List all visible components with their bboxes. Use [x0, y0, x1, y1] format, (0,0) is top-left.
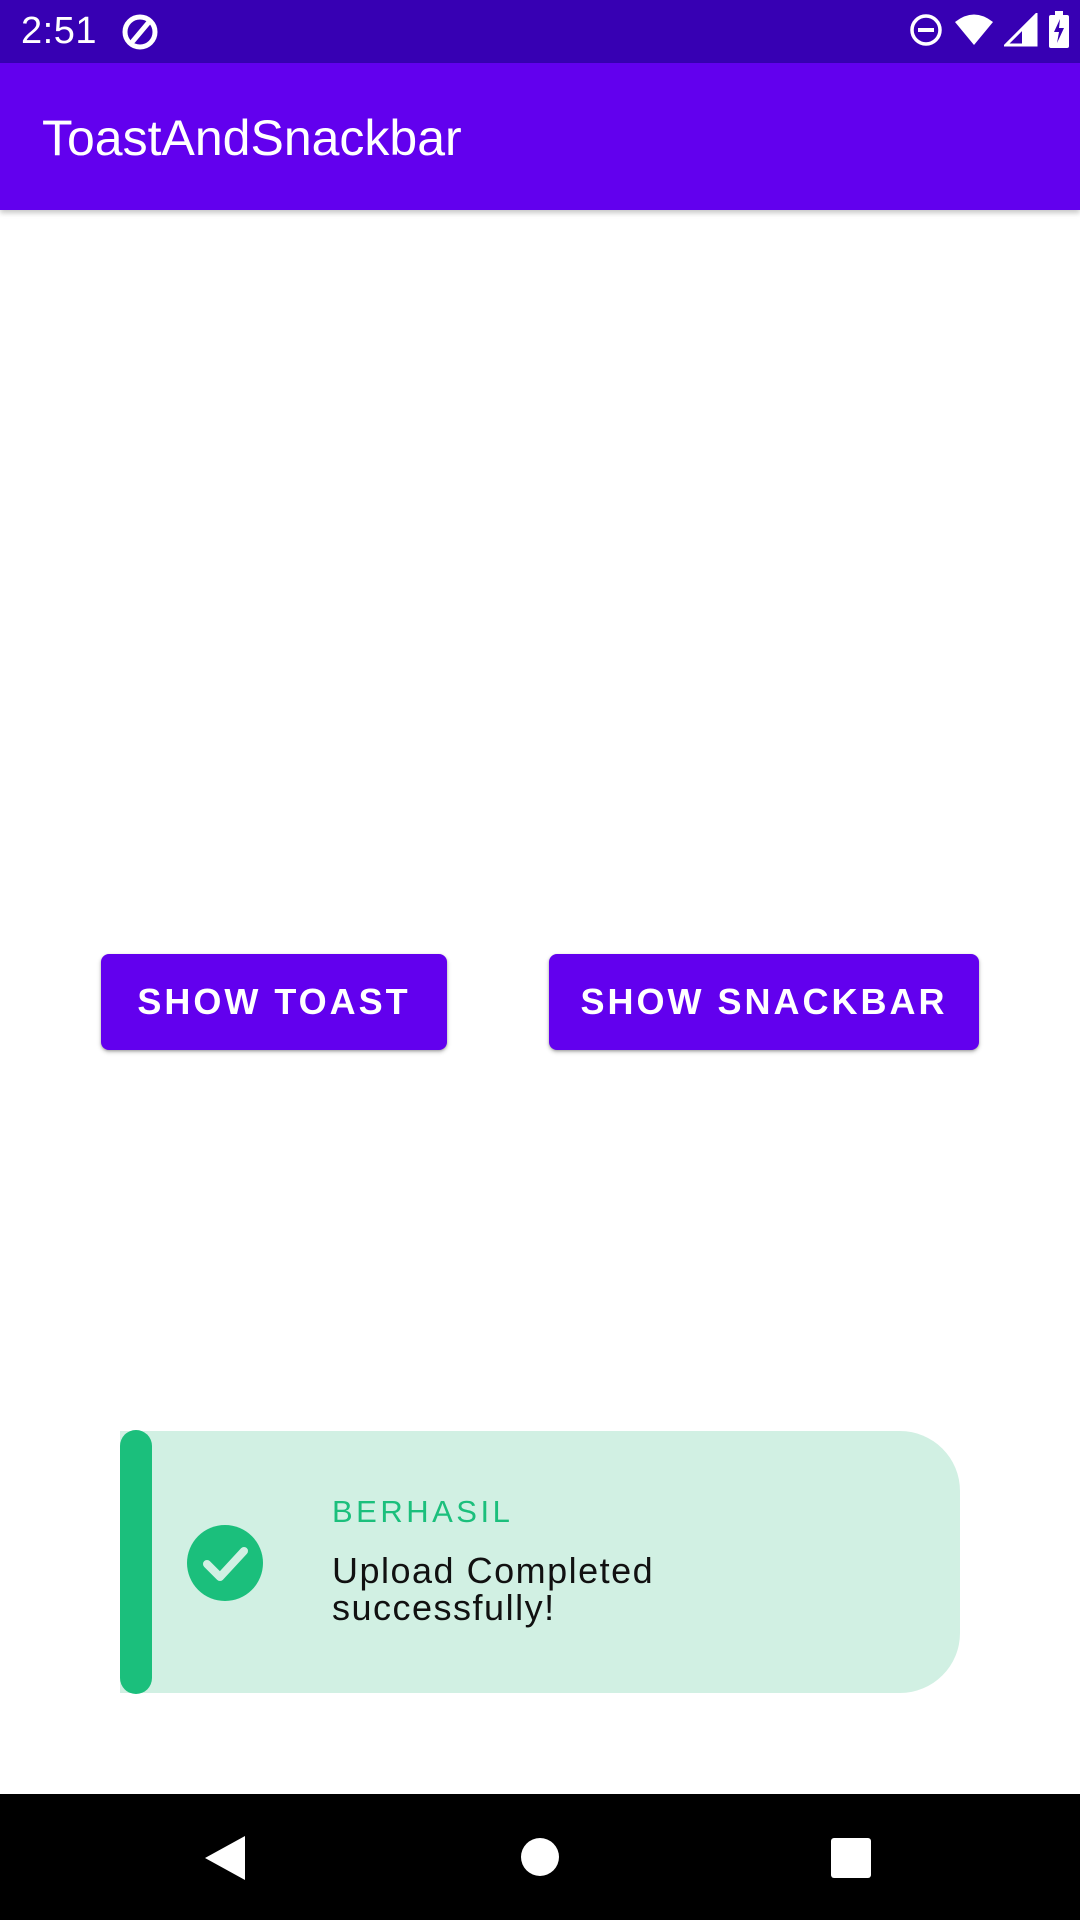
data-saver-icon — [122, 14, 158, 50]
battery-charging-icon — [1048, 10, 1070, 54]
cellular-signal-icon — [1002, 10, 1038, 52]
toast-message: Upload Completed successfully! — [332, 1550, 655, 1628]
recents-icon[interactable] — [831, 1838, 871, 1878]
status-bar: 2:51 — [0, 0, 1080, 63]
toast-title: BERHASIL — [332, 1494, 514, 1529]
show-snackbar-button[interactable]: SHOW SNACKBAR — [549, 954, 979, 1050]
home-icon[interactable] — [521, 1838, 559, 1876]
app-title: ToastAndSnackbar — [42, 110, 462, 166]
back-icon[interactable] — [204, 1835, 246, 1881]
app-bar: ToastAndSnackbar — [0, 63, 1080, 210]
status-icons — [908, 10, 1070, 54]
do-not-disturb-icon — [908, 12, 944, 53]
toast-accent-bar — [120, 1430, 152, 1694]
check-circle-icon — [187, 1525, 263, 1601]
wifi-icon — [954, 13, 994, 52]
status-time: 2:51 — [21, 10, 97, 52]
show-toast-button[interactable]: SHOW TOAST — [101, 954, 447, 1050]
